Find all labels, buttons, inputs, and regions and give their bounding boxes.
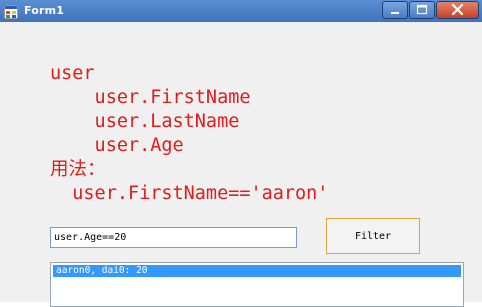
form-client-area: user user.FirstName user.LastName user.A…: [0, 22, 482, 307]
minimize-icon: [391, 12, 399, 14]
filter-button[interactable]: Filter: [326, 218, 420, 254]
maximize-button[interactable]: [409, 1, 435, 19]
close-button[interactable]: [436, 1, 479, 19]
window-title: Form1: [24, 4, 65, 17]
usage-line: user.LastName: [50, 111, 240, 132]
usage-line: 用法：: [50, 159, 106, 180]
winforms-app-icon: [3, 4, 19, 20]
app-window: Form1 user user.FirstName user.LastName …: [0, 0, 482, 307]
usage-line: user.FirstName: [50, 87, 251, 108]
filter-expression-input[interactable]: [50, 227, 297, 248]
usage-line: user: [50, 63, 95, 84]
minimize-button[interactable]: [382, 1, 408, 19]
list-item[interactable]: aaron0, dai0: 20: [53, 265, 461, 277]
usage-line: user.FirstName=='aaron': [50, 183, 329, 204]
results-listbox[interactable]: aaron0, dai0: 20: [50, 262, 464, 307]
usage-line: user.Age: [50, 135, 184, 156]
maximize-icon: [416, 4, 428, 15]
close-icon: [451, 3, 464, 16]
title-bar[interactable]: Form1: [0, 0, 482, 23]
